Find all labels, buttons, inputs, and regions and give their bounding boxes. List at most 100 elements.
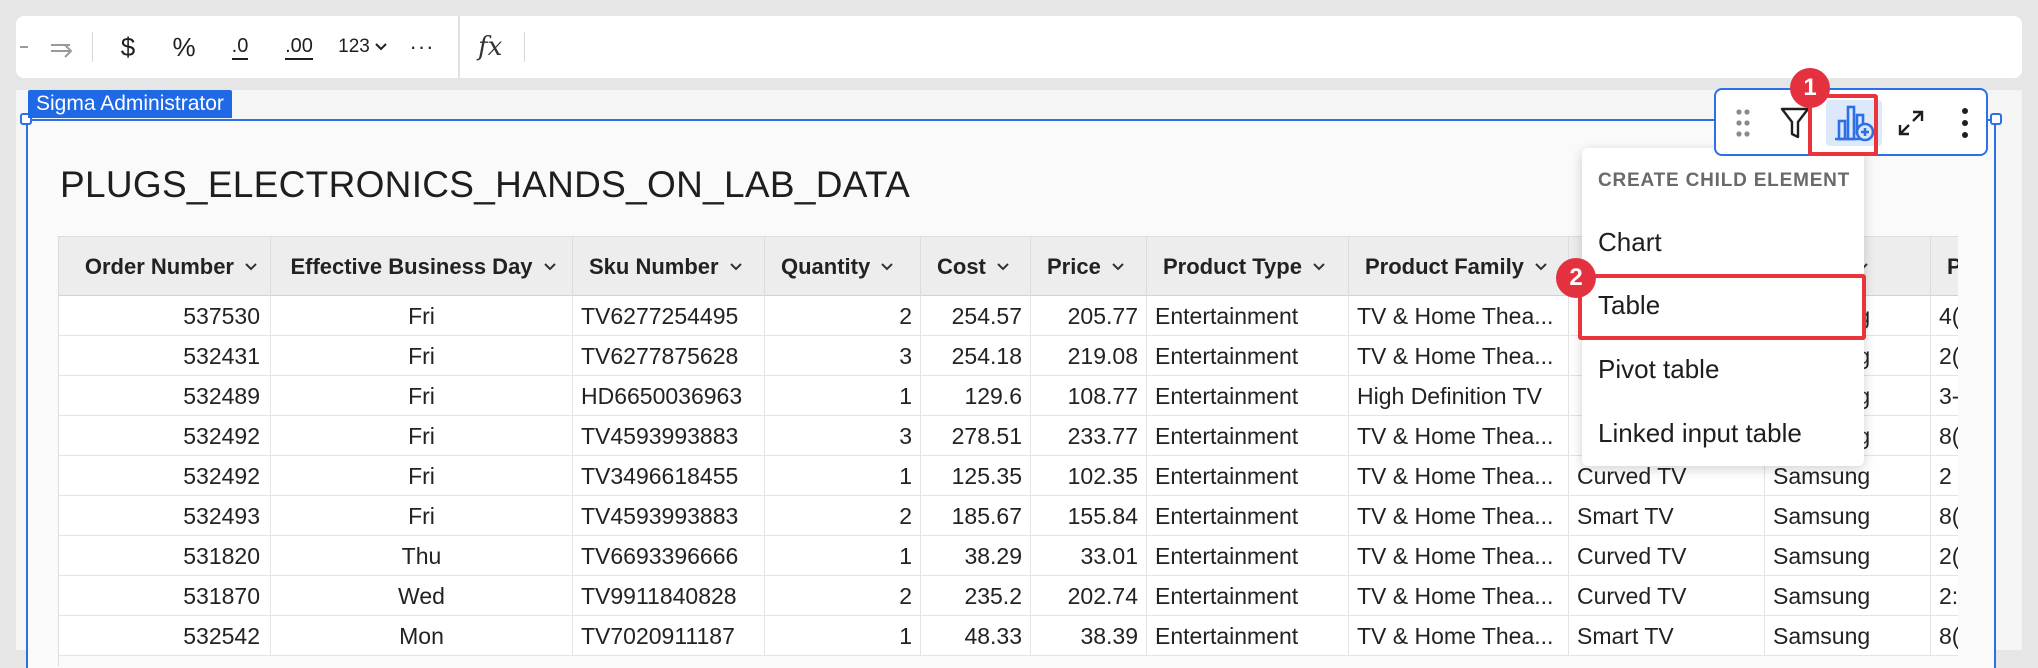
table-cell[interactable]: Fri	[271, 296, 573, 336]
column-header[interactable]: Product Family	[1349, 237, 1569, 297]
table-cell[interactable]: 108.77	[1031, 376, 1147, 416]
table-cell[interactable]: 38.29	[921, 536, 1031, 576]
table-cell[interactable]: TV7020911187	[573, 616, 765, 656]
table-cell[interactable]: Fri	[271, 496, 573, 536]
table-cell[interactable]: 2	[1931, 456, 1958, 496]
table-cell[interactable]: Smart TV	[1569, 496, 1765, 536]
table-row[interactable]: 531870 Wed TV9911840828 2 235.2 202.74 Enterta…	[59, 576, 1958, 616]
table-cell[interactable]: TV6277254495	[573, 296, 765, 336]
chevron-down-icon[interactable]	[1111, 259, 1125, 275]
table-cell[interactable]: 537530	[59, 296, 271, 336]
column-header[interactable]: Quantity	[765, 237, 921, 297]
table-cell[interactable]: TV6277875628	[573, 336, 765, 376]
chevron-down-icon[interactable]	[543, 259, 557, 275]
chevron-down-icon[interactable]	[244, 259, 258, 275]
table-cell[interactable]: Entertainment	[1147, 496, 1349, 536]
table-cell[interactable]: Entertainment	[1147, 416, 1349, 456]
table-cell[interactable]: 48.33	[921, 616, 1031, 656]
element-title[interactable]: PLUGS_ELECTRONICS_HANDS_ON_LAB_DATA	[60, 164, 910, 206]
table-cell[interactable]: 531870	[59, 576, 271, 616]
table-cell[interactable]: 532493	[59, 496, 271, 536]
menu-item-pivot-table[interactable]: Pivot table	[1582, 339, 1864, 399]
table-cell[interactable]: Entertainment	[1147, 376, 1349, 416]
decrease-decimals-button[interactable]: .0	[218, 27, 262, 67]
column-header[interactable]: Pr	[1931, 237, 1958, 297]
drag-handle-icon[interactable]	[1720, 100, 1766, 146]
table-cell[interactable]: 185.67	[921, 496, 1031, 536]
table-cell[interactable]: 3	[765, 416, 921, 456]
table-cell[interactable]: 1	[765, 456, 921, 496]
table-cell[interactable]: 2:	[1931, 576, 1958, 616]
table-cell[interactable]: Entertainment	[1147, 576, 1349, 616]
table-cell[interactable]: 102.35	[1031, 456, 1147, 496]
table-cell[interactable]: 2(	[1931, 536, 1958, 576]
table-cell[interactable]: Entertainment	[1147, 536, 1349, 576]
menu-item-table[interactable]: Table	[1582, 275, 1864, 335]
table-cell[interactable]: 125.35	[921, 456, 1031, 496]
table-cell[interactable]: TV & Home Thea...	[1349, 456, 1569, 496]
table-row[interactable]: 532493 Fri TV4593993883 2 185.67 155.84 Entert…	[59, 496, 1958, 536]
percent-format-button[interactable]: %	[162, 27, 206, 67]
table-cell[interactable]: TV & Home Thea...	[1349, 576, 1569, 616]
redo-icon[interactable]	[42, 27, 82, 67]
table-cell[interactable]: TV9911840828	[573, 576, 765, 616]
table-cell[interactable]: Samsung	[1765, 496, 1931, 536]
table-cell[interactable]: Entertainment	[1147, 336, 1349, 376]
table-cell[interactable]: Curved TV	[1569, 536, 1765, 576]
chevron-down-icon[interactable]	[996, 259, 1010, 275]
table-cell[interactable]: 1	[765, 536, 921, 576]
column-header[interactable]: Cost	[921, 237, 1031, 297]
table-cell[interactable]: Curved TV	[1569, 576, 1765, 616]
chevron-down-icon[interactable]	[729, 259, 743, 275]
table-cell[interactable]: TV & Home Thea...	[1349, 336, 1569, 376]
table-cell[interactable]: Smart TV	[1569, 616, 1765, 656]
table-cell[interactable]: 202.74	[1031, 576, 1147, 616]
more-vertical-icon[interactable]	[1942, 100, 1988, 146]
table-cell[interactable]: 532431	[59, 336, 271, 376]
table-cell[interactable]: 38.39	[1031, 616, 1147, 656]
table-cell[interactable]: TV4593993883	[573, 496, 765, 536]
table-cell[interactable]: TV & Home Thea...	[1349, 416, 1569, 456]
chevron-down-icon[interactable]	[1312, 259, 1326, 275]
column-header[interactable]: Sku Number	[573, 237, 765, 297]
expand-icon[interactable]	[1888, 100, 1934, 146]
table-cell[interactable]: 8(	[1931, 496, 1958, 536]
table-cell[interactable]: TV3496618455	[573, 456, 765, 496]
table-cell[interactable]: 155.84	[1031, 496, 1147, 536]
table-cell[interactable]: 2	[765, 496, 921, 536]
table-cell[interactable]: 8(	[1931, 416, 1958, 456]
table-row[interactable]: 532542 Mon TV7020911187 1 48.33 38.39 Entertai…	[59, 616, 1958, 656]
table-cell[interactable]: Samsung	[1765, 536, 1931, 576]
number-format-button[interactable]: 123	[332, 27, 394, 67]
column-header[interactable]: Effective Business Day	[271, 237, 573, 297]
chevron-down-icon[interactable]	[1534, 259, 1548, 275]
table-cell[interactable]: Fri	[271, 416, 573, 456]
table-cell[interactable]: TV4593993883	[573, 416, 765, 456]
table-cell[interactable]: 8(	[1931, 616, 1958, 656]
table-cell[interactable]: 2	[765, 296, 921, 336]
chevron-down-icon[interactable]	[880, 259, 894, 275]
table-cell[interactable]: TV & Home Thea...	[1349, 536, 1569, 576]
table-cell[interactable]: 254.18	[921, 336, 1031, 376]
table-cell[interactable]: TV6693396666	[573, 536, 765, 576]
table-cell[interactable]: 3-	[1931, 376, 1958, 416]
formula-bar[interactable]: fx	[458, 16, 2022, 78]
table-cell[interactable]: 233.77	[1031, 416, 1147, 456]
currency-format-button[interactable]: $	[108, 27, 148, 67]
table-cell[interactable]: Entertainment	[1147, 456, 1349, 496]
column-header[interactable]: Product Type	[1147, 237, 1349, 297]
table-cell[interactable]: 4(	[1931, 296, 1958, 336]
table-cell[interactable]: Entertainment	[1147, 296, 1349, 336]
table-cell[interactable]: High Definition TV	[1349, 376, 1569, 416]
menu-item-linked-input-table[interactable]: Linked input table	[1582, 403, 1864, 463]
more-options-button[interactable]: ···	[402, 27, 442, 67]
menu-item-chart[interactable]: Chart	[1582, 212, 1864, 272]
table-cell[interactable]: TV & Home Thea...	[1349, 496, 1569, 536]
table-cell[interactable]: 33.01	[1031, 536, 1147, 576]
table-cell[interactable]: 532492	[59, 456, 271, 496]
table-cell[interactable]: Wed	[271, 576, 573, 616]
table-cell[interactable]: 531820	[59, 536, 271, 576]
table-cell[interactable]: 2(	[1931, 336, 1958, 376]
table-cell[interactable]: 219.08	[1031, 336, 1147, 376]
column-header[interactable]: Price	[1031, 237, 1147, 297]
